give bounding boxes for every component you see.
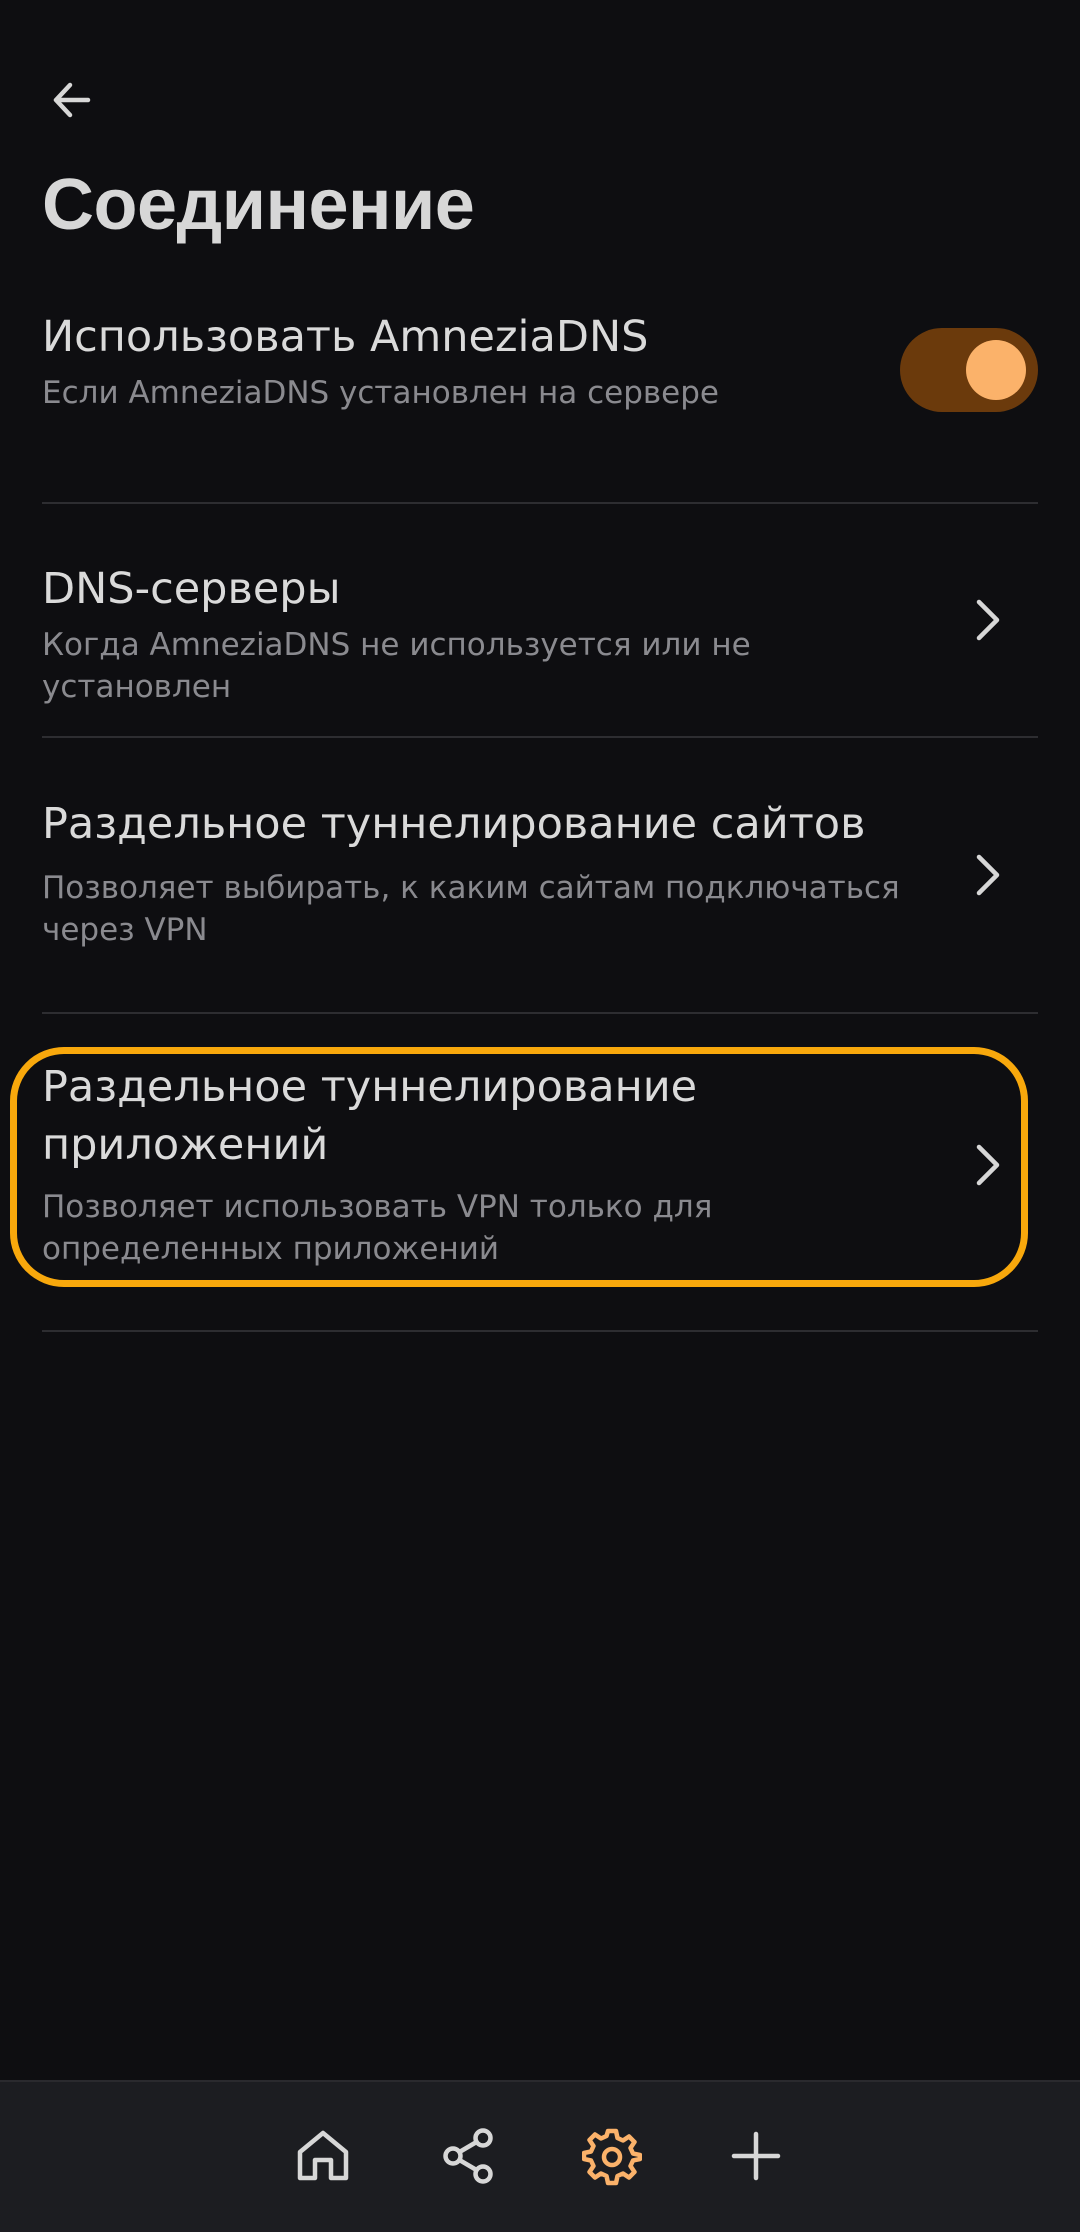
split-sites-title: Раздельное туннелирование сайтов — [42, 799, 866, 849]
dns-servers-row[interactable]: DNS-серверы Когда AmneziaDNS не использу… — [42, 560, 1038, 705]
home-icon — [297, 2130, 349, 2181]
toggle-knob — [966, 340, 1026, 400]
amneziadns-toggle[interactable] — [900, 328, 1038, 412]
dns-servers-subtitle: Когда AmneziaDNS не используется или не … — [42, 627, 751, 705]
share-icon — [443, 2128, 493, 2184]
split-apps-title: Раздельное туннелирование приложений — [42, 1062, 698, 1170]
nav-add-button[interactable] — [716, 2116, 796, 2196]
nav-share-button[interactable] — [428, 2116, 508, 2196]
plus-icon — [731, 2131, 781, 2181]
divider — [42, 502, 1038, 504]
nav-home-button[interactable] — [283, 2116, 363, 2196]
divider — [42, 1330, 1038, 1332]
page-title: Соединение — [42, 165, 475, 245]
dns-servers-title: DNS-серверы — [42, 564, 341, 614]
split-tunneling-apps-row[interactable]: Раздельное туннелирование приложений Поз… — [42, 1058, 1038, 1278]
nav-settings-button[interactable] — [572, 2116, 652, 2196]
split-sites-subtitle: Позволяет выбирать, к каким сайтам подкл… — [42, 870, 900, 948]
amneziadns-setting-row[interactable]: Использовать AmneziaDNS Если AmneziaDNS … — [42, 308, 1038, 418]
divider — [42, 736, 1038, 738]
gear-icon — [582, 2128, 642, 2186]
divider — [42, 1012, 1038, 1014]
back-button[interactable] — [40, 68, 104, 132]
chevron-right-icon — [968, 1135, 1008, 1195]
split-apps-subtitle: Позволяет использовать VPN только для оп… — [42, 1189, 713, 1267]
amneziadns-title: Использовать AmneziaDNS — [42, 312, 649, 362]
chevron-right-icon — [968, 590, 1008, 650]
amneziadns-subtitle: Если AmneziaDNS установлен на сервере — [42, 375, 720, 411]
bottom-navigation-bar — [0, 2080, 1080, 2232]
arrow-left-icon — [53, 82, 91, 118]
chevron-right-icon — [968, 845, 1008, 905]
split-tunneling-sites-row[interactable]: Раздельное туннелирование сайтов Позволя… — [42, 795, 1038, 955]
